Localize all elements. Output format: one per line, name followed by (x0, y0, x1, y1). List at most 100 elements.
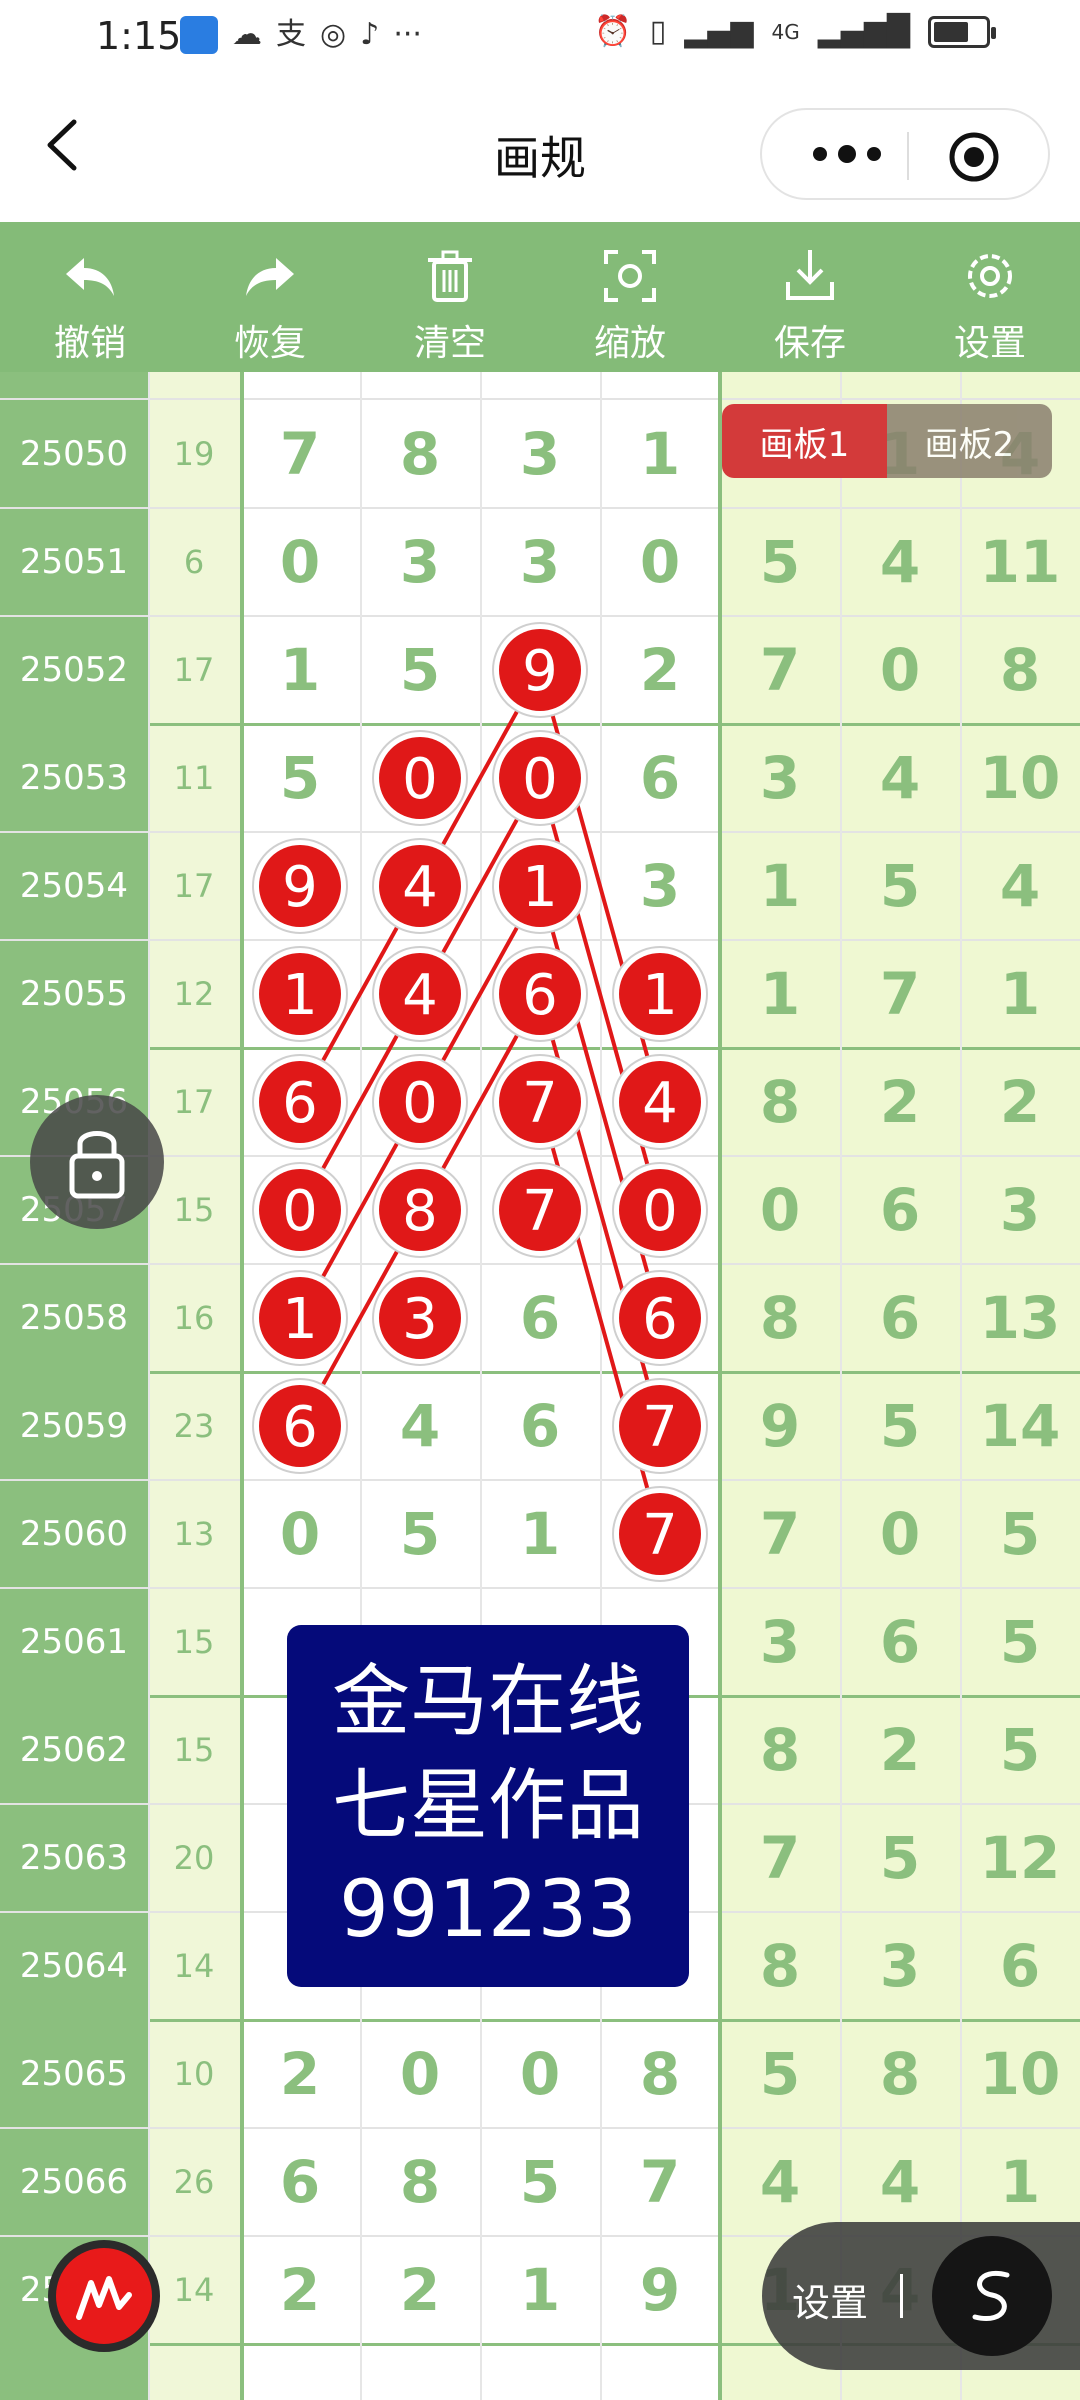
column-divider (840, 372, 842, 2400)
sum-value: 26 (173, 2163, 215, 2201)
issue-number: 25065 (19, 2054, 129, 2094)
sum-value: 17 (173, 867, 215, 905)
undo-button[interactable]: 撤销 (0, 222, 180, 372)
right-digit: 5 (759, 2040, 801, 2108)
issue-number: 25059 (19, 1406, 129, 1446)
right-digit: 11 (979, 528, 1061, 596)
right-digit: 9 (759, 1392, 801, 1460)
floating-settings: 设置 (762, 2222, 1080, 2370)
column-divider (480, 372, 482, 2400)
main-digit: 6 (519, 1392, 561, 1460)
zoom-icon (604, 250, 656, 302)
zoom-button[interactable]: 缩放 (540, 222, 720, 372)
main-digit: 6 (279, 2148, 321, 2216)
gear-icon (968, 254, 1012, 298)
board-tab-2[interactable]: 画板2 (887, 404, 1052, 478)
save-button[interactable]: 保存 (720, 222, 900, 372)
main-digit: 1 (519, 1500, 561, 1568)
sum-value: 14 (173, 1947, 215, 1985)
main-digit: 2 (279, 2040, 321, 2108)
right-digit: 8 (759, 1284, 801, 1352)
main-digit: 3 (519, 528, 561, 596)
main-digit: 0 (639, 528, 681, 596)
alipay-icon: 支 (276, 17, 306, 52)
right-digit: 4 (879, 528, 921, 596)
pen-icon (76, 2276, 132, 2320)
right-digit: 7 (879, 960, 921, 1028)
issue-number: 25052 (19, 650, 129, 690)
sum-value: 19 (173, 435, 215, 473)
main-digit: 4 (399, 1392, 441, 1460)
clear-button[interactable]: 清空 (360, 222, 540, 372)
right-digit: 6 (879, 1176, 921, 1244)
main-digit: 0 (279, 1176, 321, 1244)
right-digit: 1 (759, 852, 801, 920)
promo-line-3: 991233 (339, 1865, 637, 1955)
issue-number: 25053 (19, 758, 129, 798)
main-digit: 1 (519, 852, 561, 920)
more-button[interactable] (802, 134, 892, 174)
ellipsis-icon (813, 145, 881, 163)
redo-button[interactable]: 恢复 (180, 222, 360, 372)
main-digit: 5 (279, 744, 321, 812)
status-left-icons: ☁ 支 ◎ ♪ ··· (180, 16, 422, 54)
issue-number: 25066 (19, 2162, 129, 2202)
right-digit: 2 (999, 1068, 1041, 1136)
sum-value: 6 (183, 543, 205, 581)
main-digit: 6 (279, 1068, 321, 1136)
right-digit: 10 (979, 744, 1061, 812)
capsule-separator (907, 132, 909, 180)
column-divider (360, 372, 362, 2400)
right-digit: 6 (879, 1284, 921, 1352)
right-digit: 1 (999, 2148, 1041, 2216)
main-digit: 8 (399, 2148, 441, 2216)
issue-number: 25050 (19, 434, 129, 474)
main-digit: 7 (519, 1068, 561, 1136)
miniapp-capsule (760, 108, 1050, 200)
zoom-label: 缩放 (593, 323, 666, 364)
close-miniapp-button[interactable] (947, 130, 1001, 184)
main-digit: 0 (399, 744, 441, 812)
right-digit: 0 (759, 1176, 801, 1244)
main-digit: 5 (399, 1500, 441, 1568)
issue-number: 25064 (19, 1946, 129, 1986)
main-digit: 8 (399, 420, 441, 488)
main-digit: 8 (399, 1176, 441, 1244)
battery-icon (928, 15, 996, 48)
lock-button[interactable] (30, 1095, 164, 1229)
board-tabs: 画板1 画板2 (722, 404, 1052, 478)
main-digit: 7 (279, 420, 321, 488)
main-digit: 0 (399, 1068, 441, 1136)
signal-icon-2: ▂▄▆█ (817, 14, 910, 49)
main-digit: 7 (639, 1500, 681, 1568)
sum-value: 14 (173, 2271, 215, 2309)
sum-value: 16 (173, 1299, 215, 1337)
column-divider (148, 372, 150, 2400)
right-digit: 2 (879, 1716, 921, 1784)
signal-off-icon: ◎ (320, 17, 347, 52)
right-digit: 3 (759, 1608, 801, 1676)
right-digit: 8 (759, 1716, 801, 1784)
main-digit: 6 (639, 1284, 681, 1352)
right-digit: 12 (979, 1824, 1061, 1892)
pen-button[interactable] (48, 2240, 160, 2352)
wifi-app-icon (180, 16, 218, 54)
status-time: 1:15 (96, 14, 182, 58)
issue-number: 25054 (19, 866, 129, 906)
settings-toolbar-button[interactable]: 设置 (900, 222, 1080, 372)
main-digit: 5 (399, 636, 441, 704)
promo-line-2: 七星作品 (331, 1761, 644, 1851)
s-button[interactable] (932, 2236, 1052, 2356)
vibrate-icon: ▯ (649, 14, 667, 49)
right-digit: 4 (999, 852, 1041, 920)
sum-value: 10 (173, 2055, 215, 2093)
main-digit: 9 (519, 636, 561, 704)
board-tab-1[interactable]: 画板1 (722, 404, 887, 478)
right-digit: 7 (759, 1824, 801, 1892)
floating-settings-label[interactable]: 设置 (792, 2272, 868, 2327)
lottery-grid[interactable]: 2505019783114250516033054112505217159270… (0, 372, 1080, 2400)
main-digit: 4 (399, 960, 441, 1028)
main-digit: 4 (399, 852, 441, 920)
issue-number: 25061 (19, 1622, 129, 1662)
right-digit: 0 (879, 636, 921, 704)
